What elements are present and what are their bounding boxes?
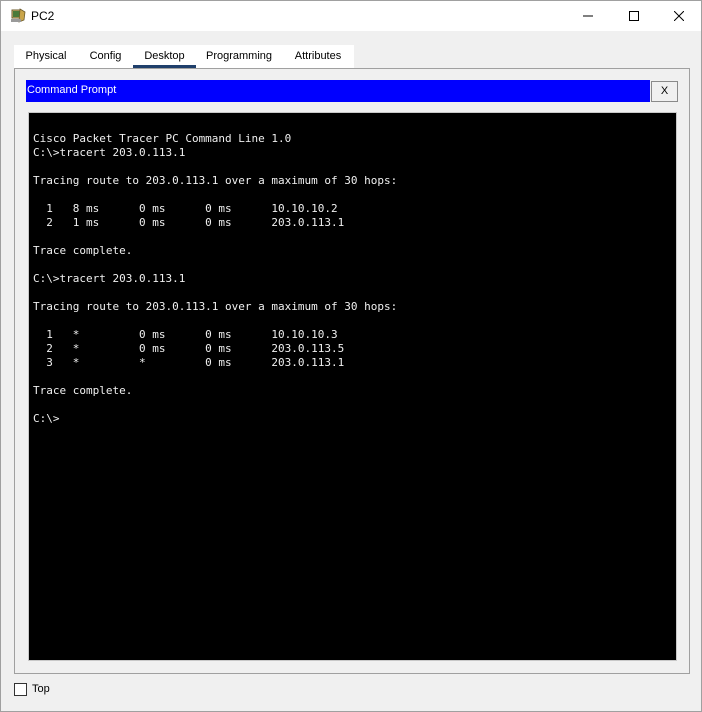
- minimize-icon: [583, 15, 593, 17]
- desktop-panel: Command Prompt X Cisco Packet Tracer PC …: [14, 68, 690, 674]
- close-icon: [674, 11, 684, 21]
- terminal-line: 2 * 0 ms 0 ms 203.0.113.5: [33, 342, 345, 355]
- tab-attributes[interactable]: Attributes: [282, 45, 354, 68]
- terminal-prompt-line: C:\>: [33, 412, 60, 425]
- command-prompt-title: Command Prompt: [27, 84, 117, 96]
- terminal-line: Tracing route to 203.0.113.1 over a maxi…: [33, 300, 398, 313]
- terminal-line: 1 8 ms 0 ms 0 ms 10.10.10.2: [33, 202, 338, 215]
- title-bar[interactable]: PC2: [1, 1, 701, 31]
- minimize-button[interactable]: [565, 1, 611, 31]
- tab-config[interactable]: Config: [78, 45, 133, 68]
- top-checkbox-label: Top: [32, 683, 50, 695]
- command-prompt-header: Command Prompt: [26, 80, 650, 102]
- terminal-line: C:\>tracert 203.0.113.1: [33, 272, 186, 285]
- terminal-line: 1 * 0 ms 0 ms 10.10.10.3: [33, 328, 338, 341]
- top-checkbox[interactable]: [14, 683, 27, 696]
- terminal-output[interactable]: Cisco Packet Tracer PC Command Line 1.0 …: [28, 112, 677, 661]
- terminal-line: Cisco Packet Tracer PC Command Line 1.0: [33, 132, 292, 145]
- terminal-line: Trace complete.: [33, 384, 133, 397]
- window-title: PC2: [31, 9, 55, 23]
- terminal-line: Tracing route to 203.0.113.1 over a maxi…: [33, 174, 398, 187]
- command-prompt-close-button[interactable]: X: [651, 81, 678, 102]
- pc-icon: [10, 8, 26, 24]
- terminal-line: 3 * * 0 ms 203.0.113.1: [33, 356, 345, 369]
- tab-desktop[interactable]: Desktop: [133, 45, 196, 68]
- app-window: PC2 Physical Config Desktop Programming …: [0, 0, 702, 712]
- tab-bar: Physical Config Desktop Programming Attr…: [14, 45, 354, 69]
- close-button[interactable]: [656, 1, 702, 31]
- maximize-icon: [629, 11, 639, 21]
- terminal-line: C:\>tracert 203.0.113.1: [33, 146, 186, 159]
- terminal-line: Trace complete.: [33, 244, 133, 257]
- maximize-button[interactable]: [611, 1, 657, 31]
- tab-physical[interactable]: Physical: [14, 45, 78, 68]
- tab-programming[interactable]: Programming: [196, 45, 282, 68]
- terminal-line: 2 1 ms 0 ms 0 ms 203.0.113.1: [33, 216, 345, 229]
